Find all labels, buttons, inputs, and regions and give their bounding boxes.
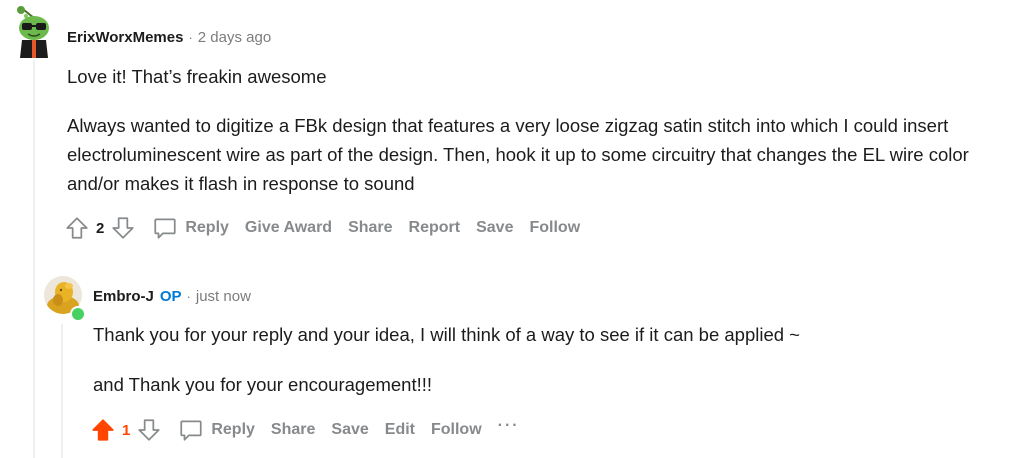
edit-button[interactable]: Edit [377, 414, 423, 446]
author-name[interactable]: ErixWorxMemes [67, 29, 183, 46]
comment-bubble-icon [178, 417, 204, 443]
timestamp[interactable]: 2 days ago [198, 29, 271, 46]
reply-button[interactable]: Reply [144, 212, 237, 244]
comment-paragraph: Thank you for your reply and your idea, … [93, 324, 800, 345]
timestamp[interactable]: just now [196, 288, 251, 305]
meta-separator: · [188, 30, 193, 45]
comment-paragraph: Always wanted to digitize a FBk design t… [67, 115, 969, 194]
comment-actions: 2 Reply Give Award Share Report Save Fol… [62, 212, 588, 244]
upvote-button[interactable] [88, 415, 118, 445]
more-options-icon[interactable]: ··· [490, 410, 528, 442]
reply-label: Reply [211, 421, 255, 438]
follow-button[interactable]: Follow [423, 414, 490, 446]
vote-score: 1 [122, 421, 131, 439]
downvote-button[interactable] [108, 213, 138, 243]
follow-button[interactable]: Follow [521, 212, 588, 244]
comment-thread: ErixWorxMemes · 2 days ago Love it! That… [0, 0, 1024, 458]
thread-line[interactable] [61, 324, 63, 458]
comment-paragraph: Love it! That’s freakin awesome [67, 66, 327, 87]
upvote-button[interactable] [62, 213, 92, 243]
author-name[interactable]: Embro-J [93, 288, 154, 305]
upvote-arrow-icon [66, 217, 88, 239]
comment-meta: ErixWorxMemes · 2 days ago [67, 29, 271, 46]
op-badge: OP [159, 288, 182, 305]
meta-separator: · [186, 289, 191, 304]
give-award-button[interactable]: Give Award [237, 212, 340, 244]
comment-meta: Embro-J OP · just now [93, 288, 251, 305]
comment-bubble-icon [152, 215, 178, 241]
snoo-avatar-icon [17, 6, 49, 58]
report-button[interactable]: Report [401, 212, 469, 244]
avatar[interactable] [14, 6, 54, 58]
thread-line[interactable] [33, 60, 35, 458]
downvote-arrow-icon [138, 419, 160, 441]
share-button[interactable]: Share [340, 212, 400, 244]
downvote-button[interactable] [134, 415, 164, 445]
vote-score: 2 [96, 219, 105, 237]
upvote-arrow-icon [92, 419, 114, 441]
comment-actions: 1 Reply Share Save Edit Follow ··· [88, 414, 528, 446]
comment-paragraph: and Thank you for your encouragement!!! [93, 374, 433, 395]
downvote-arrow-icon [112, 217, 134, 239]
reply-button[interactable]: Reply [170, 414, 263, 446]
save-button[interactable]: Save [323, 414, 376, 446]
share-button[interactable]: Share [263, 414, 323, 446]
reply-label: Reply [185, 219, 229, 236]
online-status-indicator [70, 306, 86, 322]
save-button[interactable]: Save [468, 212, 521, 244]
